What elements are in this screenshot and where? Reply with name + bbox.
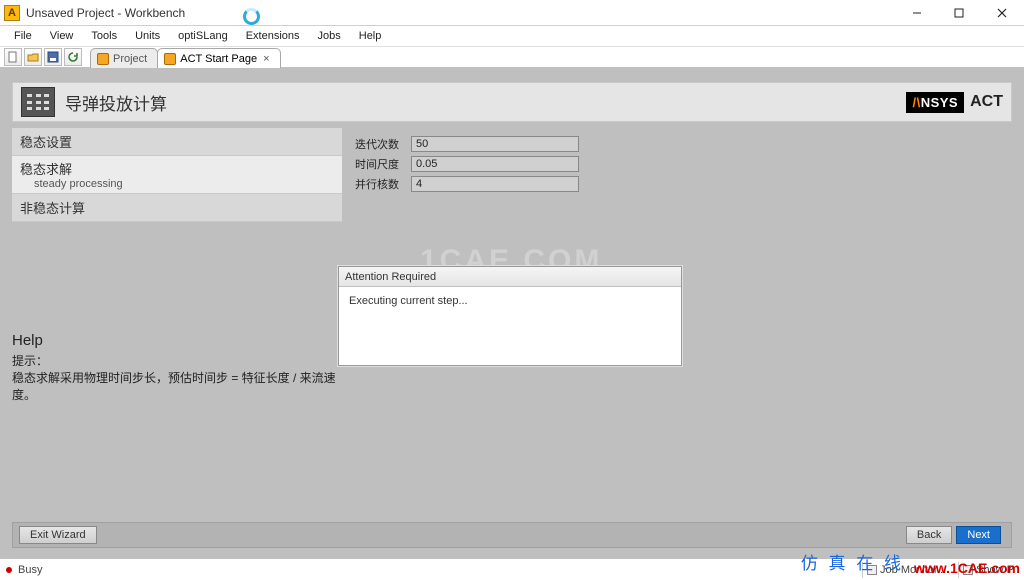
sidebar-item-label: 稳态求解 [20,159,72,178]
iterations-input[interactable]: 50 [411,136,579,152]
tab-project-label: Project [113,53,147,65]
calculator-icon [21,87,55,117]
maximize-button[interactable] [938,0,980,25]
exit-wizard-button[interactable]: Exit Wizard [19,526,97,544]
sidebar-item-label: 非稳态计算 [20,198,85,217]
time-scale-input[interactable]: 0.05 [411,156,579,172]
tab-close-icon[interactable]: × [263,53,269,65]
sidebar-item-steady-settings[interactable]: 稳态设置 [12,128,342,156]
main-canvas: 1CAE.COM 导弹投放计算 /\NSYS ACT 稳态设置 稳态求解 ste… [0,68,1024,558]
next-button[interactable]: Next [956,526,1001,544]
toolbar: Project ACT Start Page × [0,46,1024,68]
tab-act-start[interactable]: ACT Start Page × [157,48,280,68]
menu-extensions[interactable]: Extensions [238,28,308,44]
menu-help[interactable]: Help [351,28,390,44]
act-label: ACT [970,93,1003,111]
wizard-header: 导弹投放计算 /\NSYS ACT [12,82,1012,122]
settings-form: 迭代次数 50 时间尺度 0.05 并行核数 4 [355,134,579,194]
busy-indicator-icon [6,567,12,573]
status-text: Busy [18,564,42,576]
menubar: File View Tools Units optiSLang Extensio… [0,26,1024,46]
dialog-title: Attention Required [339,267,681,287]
busy-cursor-icon [243,8,260,25]
menu-jobs[interactable]: Jobs [310,28,349,44]
app-icon: A [4,5,20,21]
tab-project[interactable]: Project [90,48,158,68]
help-line: 稳态求解采用物理时间步长，预估时间步 = 特征长度 / 来流速度。 [12,370,338,404]
parallel-label: 并行核数 [355,176,411,192]
iterations-label: 迭代次数 [355,136,411,152]
parallel-input[interactable]: 4 [411,176,579,192]
toolbar-new-icon[interactable] [4,48,22,66]
sidebar-item-unsteady[interactable]: 非稳态计算 [12,194,342,222]
window-titlebar: A Unsaved Project - Workbench [0,0,1024,26]
wizard-title: 导弹投放计算 [65,90,167,115]
ansys-logo: /\NSYS [906,92,964,113]
watermark-cn: 仿 真 在 线 [801,549,904,574]
dialog-body: Executing current step... [339,287,681,315]
watermark-url: www.1CAE.com [914,560,1020,576]
help-panel: Help 提示： 稳态求解采用物理时间步长，预估时间步 = 特征长度 / 来流速… [12,332,338,403]
help-heading: Help [12,332,338,349]
minimize-button[interactable] [896,0,938,25]
time-scale-label: 时间尺度 [355,156,411,172]
act-tab-icon [164,53,176,65]
menu-file[interactable]: File [6,28,40,44]
close-button[interactable] [980,0,1024,25]
wizard-sidebar: 稳态设置 稳态求解 steady processing 非稳态计算 [12,128,342,222]
toolbar-save-icon[interactable] [44,48,62,66]
toolbar-refresh-icon[interactable] [64,48,82,66]
back-button[interactable]: Back [906,526,952,544]
toolbar-open-icon[interactable] [24,48,42,66]
menu-units[interactable]: Units [127,28,168,44]
help-line: 提示： [12,353,338,370]
menu-optislang[interactable]: optiSLang [170,28,236,44]
tab-act-start-label: ACT Start Page [180,53,257,65]
window-title: Unsaved Project - Workbench [26,6,185,20]
attention-dialog: Attention Required Executing current ste… [338,266,682,366]
menu-tools[interactable]: Tools [83,28,125,44]
project-tab-icon [97,53,109,65]
menu-view[interactable]: View [42,28,82,44]
sidebar-item-label: 稳态设置 [20,132,72,151]
sidebar-item-sublabel: steady processing [20,178,123,190]
wizard-button-bar: Exit Wizard Back Next [12,522,1012,548]
sidebar-item-steady-solve[interactable]: 稳态求解 steady processing [12,156,342,194]
